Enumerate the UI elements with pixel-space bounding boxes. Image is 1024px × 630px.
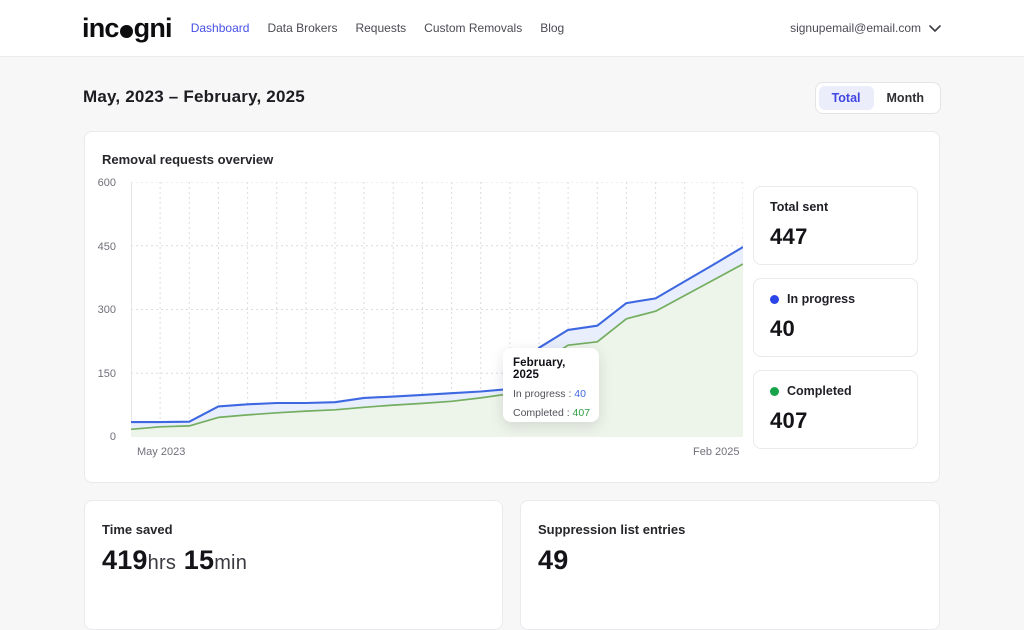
in-progress-dot-icon xyxy=(770,294,779,304)
in-progress-value: 40 xyxy=(770,316,796,341)
nav-custom-removals[interactable]: Custom Removals xyxy=(424,21,522,35)
y-tick: 300 xyxy=(97,304,116,316)
tooltip-value: 40 xyxy=(574,388,586,400)
nav-requests[interactable]: Requests xyxy=(355,21,406,35)
stat-label: In progress xyxy=(770,292,901,306)
stat-card-in-progress: In progress 40 xyxy=(753,278,918,357)
logo-dot-icon xyxy=(119,24,133,38)
incogni-logo[interactable]: inc gni xyxy=(82,12,173,44)
hours-number: 419 xyxy=(102,545,148,575)
toggle-month-button[interactable]: Month xyxy=(874,86,937,110)
stat-label: Completed xyxy=(770,384,901,398)
stat-card-total-sent: Total sent 447 xyxy=(753,186,918,265)
account-email: signupemail@email.com xyxy=(790,21,921,35)
tooltip-in-progress-row: In progress : 40 xyxy=(513,388,589,400)
total-sent-value: 447 xyxy=(770,224,808,249)
stat-label-text: In progress xyxy=(787,292,856,306)
removal-requests-card: Removal requests overview 600 450 300 15… xyxy=(84,131,940,483)
stat-label-text: Completed xyxy=(787,384,852,398)
tooltip-completed-row: Completed : 407 xyxy=(513,407,591,419)
stat-label-text: Total sent xyxy=(770,200,829,214)
y-axis-labels: 600 450 300 150 0 xyxy=(85,177,124,443)
y-tick: 600 xyxy=(97,177,116,189)
y-tick: 150 xyxy=(97,368,116,380)
tooltip-title: February, 2025 xyxy=(513,357,566,381)
nav-blog[interactable]: Blog xyxy=(540,21,564,35)
date-range-title: May, 2023 – February, 2025 xyxy=(83,87,305,106)
x-tick-start: May 2023 xyxy=(137,446,186,458)
stat-label: Total sent xyxy=(770,200,901,214)
logo-text-left: inc xyxy=(82,12,119,43)
time-saved-value: 419hrs 15min xyxy=(102,545,247,576)
y-tick: 0 xyxy=(109,431,116,443)
toggle-total-button[interactable]: Total xyxy=(818,86,874,110)
suppression-value: 49 xyxy=(538,545,568,576)
suppression-number: 49 xyxy=(538,545,569,575)
logo-text-right: gni xyxy=(133,12,173,43)
chart-stats-column: Total sent 447 In progress 40 Completed … xyxy=(753,186,918,449)
tooltip-value: 407 xyxy=(572,407,591,419)
suppression-list-card: Suppression list entries 49 xyxy=(520,500,940,630)
chevron-down-icon xyxy=(929,24,941,32)
suppression-label: Suppression list entries xyxy=(538,522,686,537)
account-menu[interactable]: signupemail@email.com xyxy=(790,21,941,35)
tooltip-label: Completed : xyxy=(513,407,570,419)
stat-card-completed: Completed 407 xyxy=(753,370,918,449)
chart-title: Removal requests overview xyxy=(102,152,274,167)
hours-unit: hrs xyxy=(147,552,177,574)
chart-tooltip: February, 2025 In progress : 40 Complete… xyxy=(503,348,599,422)
nav-data-brokers[interactable]: Data Brokers xyxy=(267,21,337,35)
time-saved-card: Time saved 419hrs 15min xyxy=(84,500,503,630)
completed-value: 407 xyxy=(770,408,808,433)
minutes-unit: min xyxy=(214,552,248,574)
top-nav-bar: inc gni Dashboard Data Brokers Requests … xyxy=(0,0,1024,57)
tooltip-label: In progress : xyxy=(513,388,572,400)
x-tick-end: Feb 2025 xyxy=(693,446,740,458)
y-tick: 450 xyxy=(97,241,116,253)
view-toggle: Total Month xyxy=(814,82,941,114)
line-chart-plot[interactable] xyxy=(131,182,743,437)
time-saved-label: Time saved xyxy=(102,522,173,537)
nav-dashboard[interactable]: Dashboard xyxy=(191,21,250,35)
minutes-number: 15 xyxy=(183,545,215,575)
completed-dot-icon xyxy=(770,386,779,396)
main-nav: Dashboard Data Brokers Requests Custom R… xyxy=(191,21,565,35)
